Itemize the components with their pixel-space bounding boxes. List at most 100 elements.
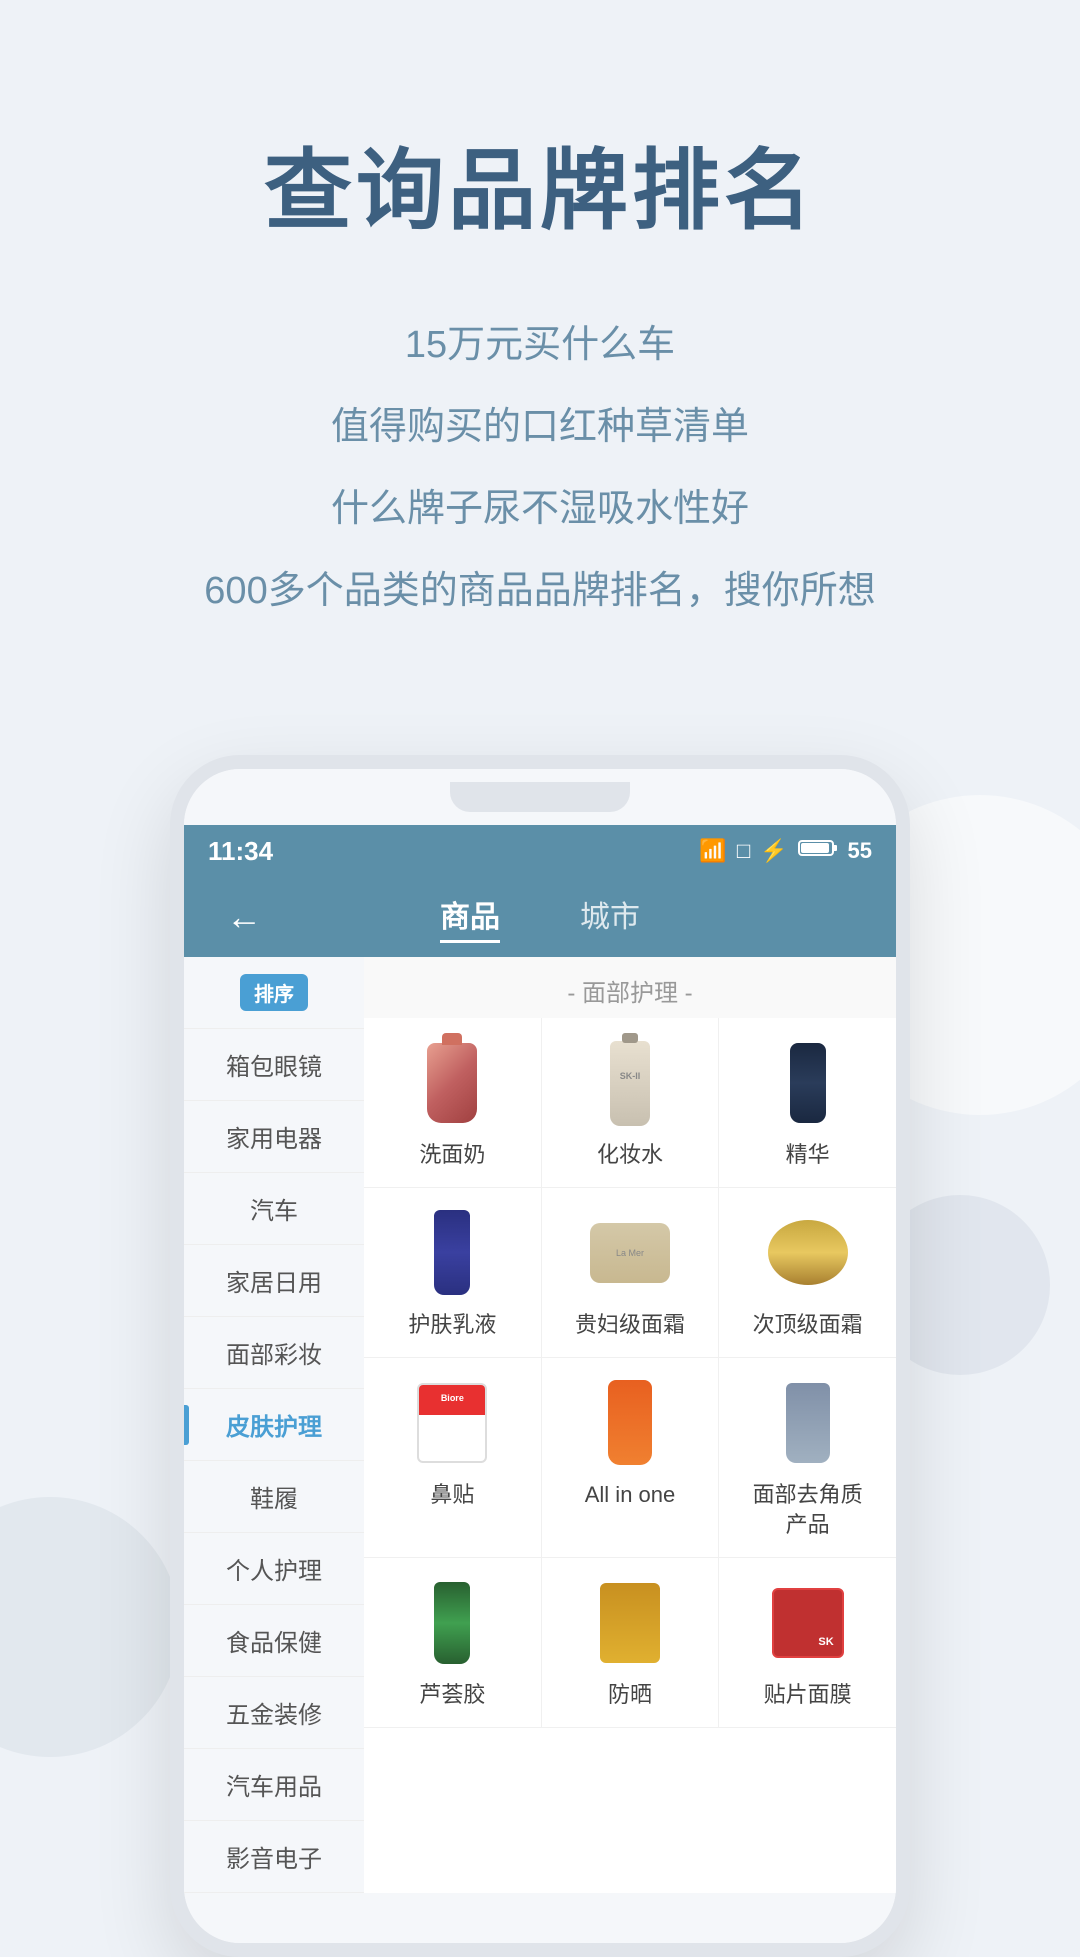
mid-cream-img (763, 1208, 853, 1298)
product-luxury-cream[interactable]: 贵妇级面霜 (542, 1188, 720, 1357)
cleanser-img (407, 1038, 497, 1128)
exfoliant-label: 面部去角质产品 (729, 1480, 886, 1542)
sidebar-item-electronics[interactable]: 影音电子 (184, 1821, 364, 1893)
luxury-cream-shape (590, 1223, 670, 1283)
wifi-icon: 📶 (699, 838, 726, 864)
sheet-mask-label: 贴片面膜 (729, 1680, 886, 1711)
top-section: 查询品牌排名 15万元买什么车 值得购买的口红种草清单 什么牌子尿不湿吸水性好 … (0, 0, 1080, 695)
battery-level (798, 838, 838, 864)
grid-row-2: 护肤乳液 贵妇级面霜 次顶级面霜 (364, 1188, 896, 1358)
sidebar-label-auto: 汽车用品 (226, 1767, 322, 1802)
phone-frame: 11:34 📶 □ ⚡ 55 ← 商品 (170, 755, 910, 1957)
phone-top-bar (184, 769, 896, 825)
nav-bar: ← 商品 城市 (184, 877, 896, 957)
phone-bottom (184, 1893, 896, 1943)
status-icons: 📶 □ ⚡ 55 (699, 838, 872, 864)
sheet-mask-img (763, 1578, 853, 1668)
toner-img (585, 1038, 675, 1128)
battery-number: 55 (848, 838, 872, 864)
grid-row-3: 鼻贴 All in one 面部去角质产品 (364, 1358, 896, 1559)
deco-circle-3 (0, 1497, 180, 1757)
sidebar-item-shoes[interactable]: 鞋履 (184, 1461, 364, 1533)
sidebar-item-appliances[interactable]: 家用电器 (184, 1101, 364, 1173)
product-toner[interactable]: 化妆水 (542, 1018, 720, 1187)
luxury-cream-img (585, 1208, 675, 1298)
status-time: 11:34 (208, 836, 273, 867)
exfoliant-img (763, 1378, 853, 1468)
lotion-label: 护肤乳液 (374, 1310, 531, 1341)
sidebar-item-car[interactable]: 汽车 (184, 1173, 364, 1245)
sidebar-label-appliances: 家用电器 (226, 1119, 322, 1154)
status-bar: 11:34 📶 □ ⚡ 55 (184, 825, 896, 877)
page-title: 查询品牌排名 (60, 120, 1020, 247)
sidebar-item-sort[interactable]: 排序 (184, 957, 364, 1029)
phone-notch (450, 782, 630, 812)
subtitle-2: 值得购买的口红种草清单 (60, 389, 1020, 465)
mid-cream-shape (768, 1220, 848, 1285)
tab-city[interactable]: 城市 (580, 892, 640, 943)
product-lotion[interactable]: 护肤乳液 (364, 1188, 542, 1357)
sidebar-item-tools[interactable]: 五金装修 (184, 1677, 364, 1749)
product-cleanser[interactable]: 洗面奶 (364, 1018, 542, 1187)
sidebar-label-tools: 五金装修 (226, 1695, 322, 1730)
cleanser-label: 洗面奶 (374, 1140, 531, 1171)
toner-shape (610, 1041, 650, 1126)
signal-icon: □ (737, 838, 750, 864)
sheet-mask-shape (772, 1588, 844, 1658)
product-nose-strips[interactable]: 鼻贴 (364, 1358, 542, 1558)
sidebar-label-makeup: 面部彩妆 (226, 1335, 322, 1370)
sidebar-label-food: 食品保健 (226, 1623, 322, 1658)
nav-tabs: 商品 城市 (284, 892, 796, 943)
exfoliant-shape (786, 1383, 830, 1463)
sidebar-label-shoes: 鞋履 (250, 1479, 298, 1514)
grid-row-1: 洗面奶 化妆水 精华 (364, 1018, 896, 1188)
sidebar-item-food[interactable]: 食品保健 (184, 1605, 364, 1677)
sidebar-label-bags: 箱包眼镜 (226, 1047, 322, 1082)
content-area: 排序 箱包眼镜 家用电器 汽车 家居日用 面部彩妆 皮肤护理 (184, 957, 896, 1893)
nose-strips-shape (417, 1383, 487, 1463)
sunscreen-shape (600, 1583, 660, 1663)
sidebar-label-car: 汽车 (250, 1191, 298, 1226)
serum-shape (790, 1043, 826, 1123)
serum-img (763, 1038, 853, 1128)
sidebar-label-home: 家居日用 (226, 1263, 322, 1298)
product-mid-cream[interactable]: 次顶级面霜 (719, 1188, 896, 1357)
product-exfoliant[interactable]: 面部去角质产品 (719, 1358, 896, 1558)
product-grid: - 面部护理 - 洗面奶 化妆水 (364, 957, 896, 1893)
sidebar-label-electronics: 影音电子 (226, 1839, 322, 1874)
sunscreen-label: 防晒 (552, 1680, 709, 1711)
sidebar-label-skincare: 皮肤护理 (226, 1407, 322, 1442)
allinone-label: All in one (552, 1480, 709, 1511)
sidebar: 排序 箱包眼镜 家用电器 汽车 家居日用 面部彩妆 皮肤护理 (184, 957, 364, 1893)
product-aloe[interactable]: 芦荟胶 (364, 1558, 542, 1727)
back-button[interactable]: ← (204, 896, 284, 938)
serum-label: 精华 (729, 1140, 886, 1171)
sidebar-item-home[interactable]: 家居日用 (184, 1245, 364, 1317)
sidebar-item-makeup[interactable]: 面部彩妆 (184, 1317, 364, 1389)
luxury-cream-label: 贵妇级面霜 (552, 1310, 709, 1341)
product-sheet-mask[interactable]: 贴片面膜 (719, 1558, 896, 1727)
allinone-shape (608, 1380, 652, 1465)
battery-icon: ⚡ (760, 838, 787, 864)
sidebar-item-personal[interactable]: 个人护理 (184, 1533, 364, 1605)
mid-cream-label: 次顶级面霜 (729, 1310, 886, 1341)
product-sunscreen[interactable]: 防晒 (542, 1558, 720, 1727)
product-serum[interactable]: 精华 (719, 1018, 896, 1187)
aloe-shape (434, 1582, 470, 1664)
section-header-face: - 面部护理 - (364, 957, 896, 1018)
sidebar-item-auto[interactable]: 汽车用品 (184, 1749, 364, 1821)
product-allinone[interactable]: All in one (542, 1358, 720, 1558)
sidebar-item-bags[interactable]: 箱包眼镜 (184, 1029, 364, 1101)
phone-section: 11:34 📶 □ ⚡ 55 ← 商品 (0, 695, 1080, 1957)
subtitle-3: 什么牌子尿不湿吸水性好 (60, 471, 1020, 547)
tab-products[interactable]: 商品 (440, 892, 500, 943)
sidebar-item-skincare[interactable]: 皮肤护理 (184, 1389, 364, 1461)
nose-strips-label: 鼻贴 (374, 1480, 531, 1511)
aloe-label: 芦荟胶 (374, 1680, 531, 1711)
nose-strips-img (407, 1378, 497, 1468)
toner-label: 化妆水 (552, 1140, 709, 1171)
grid-row-4: 芦荟胶 防晒 贴片面膜 (364, 1558, 896, 1728)
subtitle-1: 15万元买什么车 (60, 307, 1020, 383)
back-icon: ← (226, 896, 262, 937)
cleanser-shape (427, 1043, 477, 1123)
